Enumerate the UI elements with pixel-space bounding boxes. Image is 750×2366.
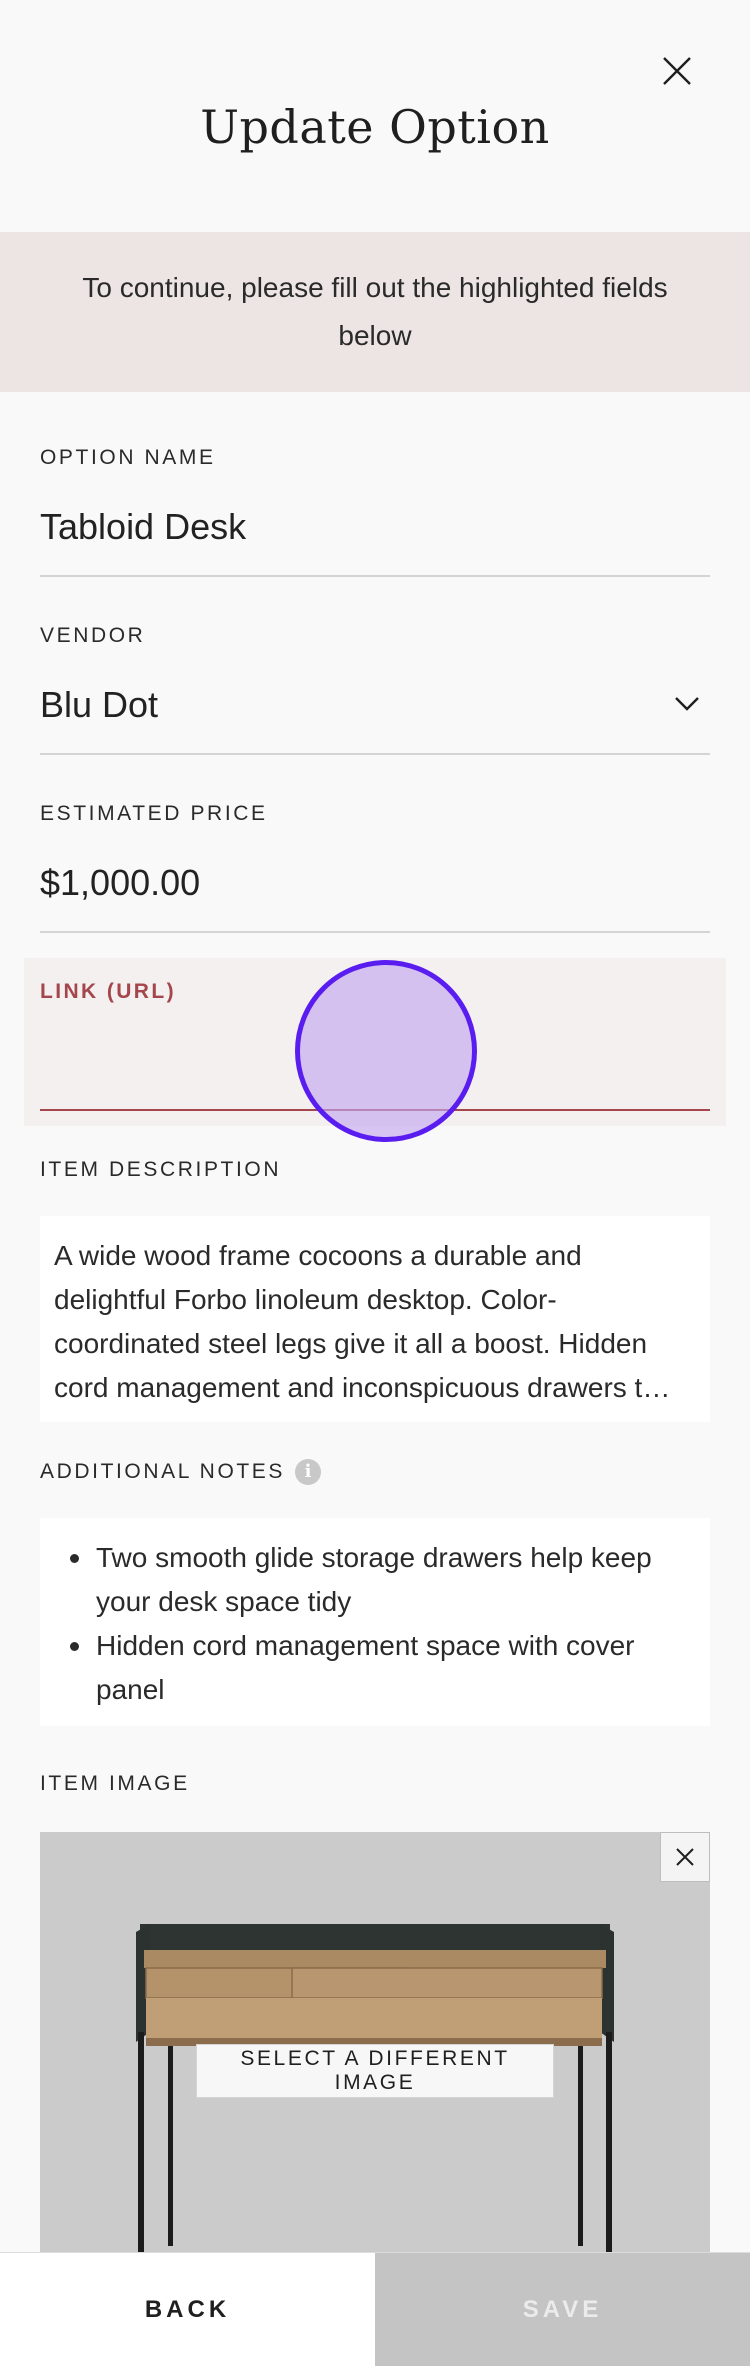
estimated-price-label: ESTIMATED PRICE xyxy=(40,802,268,825)
item-description-header: ITEM DESCRIPTION xyxy=(40,1158,710,1182)
notes-list: Two smooth glide storage drawers help ke… xyxy=(54,1536,696,1712)
save-button[interactable]: SAVE xyxy=(375,2253,750,2366)
remove-image-button[interactable] xyxy=(660,1832,710,1882)
item-image-preview: SELECT A DIFFERENT IMAGE xyxy=(40,1832,710,2292)
estimated-price-value[interactable]: $1,000.00 xyxy=(40,862,200,904)
close-button[interactable] xyxy=(652,46,702,96)
item-description-label: ITEM DESCRIPTION xyxy=(40,1158,282,1181)
footer-actions: BACK SAVE xyxy=(0,2252,750,2366)
option-name-underline xyxy=(40,575,710,577)
estimated-price-underline xyxy=(40,931,710,933)
vendor-value[interactable]: Blu Dot xyxy=(40,684,158,726)
vendor-label: VENDOR xyxy=(40,624,146,647)
modal-title: Update Option xyxy=(200,100,550,154)
close-icon xyxy=(663,57,691,85)
item-description-text: A wide wood frame cocoons a durable and … xyxy=(54,1240,671,1403)
chevron-down-icon[interactable] xyxy=(674,696,700,712)
vendor-underline xyxy=(40,753,710,755)
additional-notes-label: ADDITIONAL NOTES xyxy=(40,1460,286,1483)
list-item: Hidden cord management space with cover … xyxy=(54,1624,696,1712)
validation-banner: To continue, please fill out the highlig… xyxy=(0,232,750,392)
additional-notes-header: ADDITIONAL NOTES i xyxy=(40,1458,710,1487)
back-button[interactable]: BACK xyxy=(0,2253,375,2366)
option-name-value[interactable]: Tabloid Desk xyxy=(40,506,246,548)
touch-indicator xyxy=(295,960,477,1142)
item-image-header: ITEM IMAGE xyxy=(40,1772,710,1796)
select-different-image-button[interactable]: SELECT A DIFFERENT IMAGE xyxy=(196,2044,554,2098)
option-name-field[interactable]: OPTION NAME Tabloid Desk xyxy=(40,446,710,578)
list-item: Two smooth glide storage drawers help ke… xyxy=(54,1536,696,1624)
item-image-label: ITEM IMAGE xyxy=(40,1772,190,1795)
additional-notes-editor[interactable]: Two smooth glide storage drawers help ke… xyxy=(40,1518,710,1726)
estimated-price-field[interactable]: ESTIMATED PRICE $1,000.00 xyxy=(40,802,710,934)
option-name-label: OPTION NAME xyxy=(40,446,216,469)
validation-message: To continue, please fill out the highlig… xyxy=(82,272,668,351)
vendor-select[interactable]: VENDOR Blu Dot xyxy=(40,624,710,756)
item-description-textarea[interactable]: A wide wood frame cocoons a durable and … xyxy=(40,1216,710,1422)
close-icon xyxy=(676,1848,694,1866)
info-icon[interactable]: i xyxy=(295,1458,322,1485)
